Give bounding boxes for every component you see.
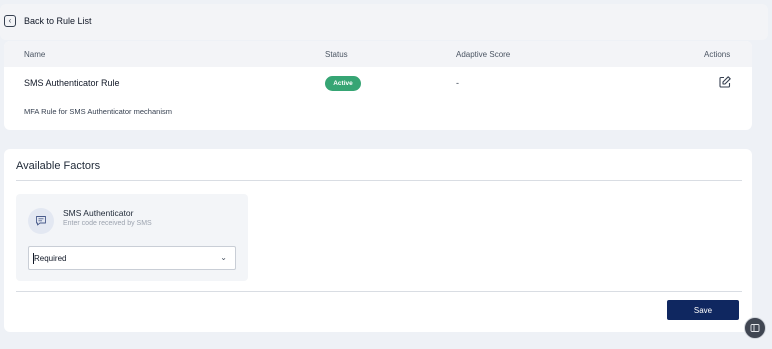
rule-card: Name Status Adaptive Score Actions SMS A… (4, 41, 752, 130)
column-header-adaptive-score: Adaptive Score (456, 50, 511, 59)
factor-sms-authenticator: SMS Authenticator Enter code received by… (16, 194, 248, 281)
divider (16, 291, 742, 292)
panel-toggle-icon[interactable] (744, 317, 766, 339)
status-badge: Active (325, 76, 361, 91)
rule-description: MFA Rule for SMS Authenticator mechanism (24, 107, 172, 116)
back-bar: ‹ Back to Rule List (0, 4, 768, 40)
column-header-status: Status (325, 50, 348, 59)
factor-subtitle: Enter code received by SMS (63, 220, 152, 227)
rule-name: SMS Authenticator Rule (24, 78, 120, 88)
factors-title: Available Factors (16, 160, 101, 172)
factors-card: Available Factors SMS Authenticator Ente… (4, 149, 752, 332)
divider (16, 180, 742, 181)
message-icon (28, 208, 54, 234)
column-header-actions: Actions (704, 50, 731, 59)
save-button[interactable]: Save (667, 300, 739, 320)
factor-name: SMS Authenticator (63, 208, 134, 218)
chevron-down-icon: ⌄ (220, 253, 227, 262)
rule-table-header: Name Status Adaptive Score Actions (4, 41, 752, 67)
column-header-name: Name (24, 50, 46, 59)
back-to-rule-list-link[interactable]: Back to Rule List (24, 16, 92, 26)
edit-icon[interactable] (718, 75, 732, 89)
requirement-select-value: Required (34, 254, 67, 263)
chevron-left-icon[interactable]: ‹ (4, 15, 16, 27)
requirement-select[interactable]: Required ⌄ (28, 246, 236, 270)
adaptive-score-value: - (456, 78, 459, 88)
